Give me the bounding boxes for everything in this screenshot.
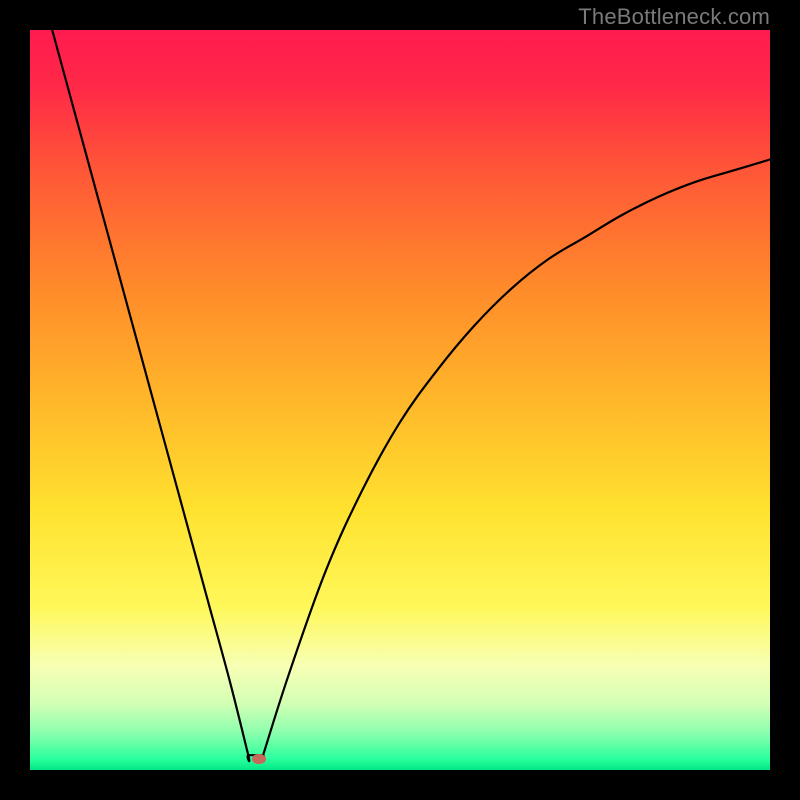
chart-frame: TheBottleneck.com [0, 0, 800, 800]
optimal-point-marker [252, 754, 266, 764]
plot-area [30, 30, 770, 770]
bottleneck-curve [30, 30, 770, 770]
watermark-text: TheBottleneck.com [578, 4, 770, 30]
